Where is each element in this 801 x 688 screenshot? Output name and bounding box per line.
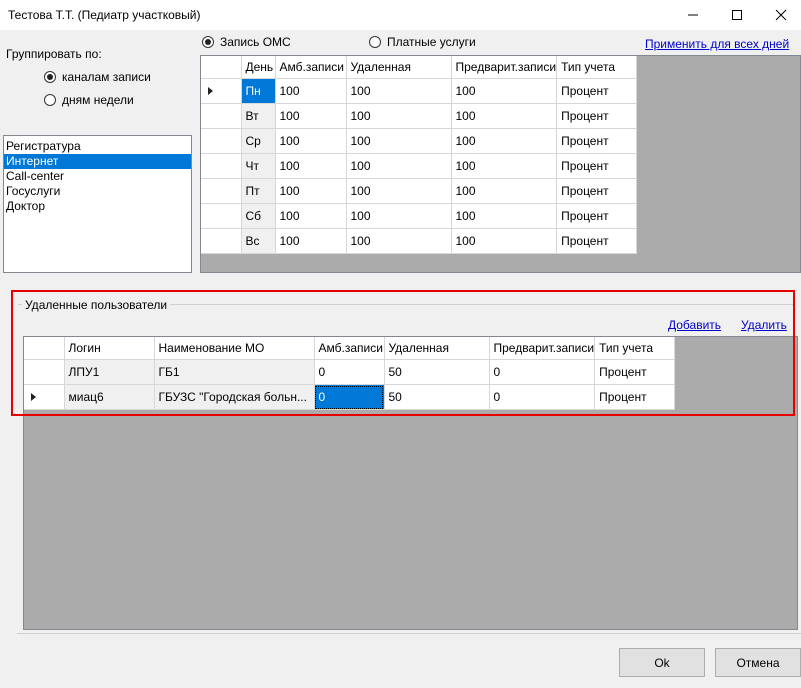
table-cell[interactable]: Ср xyxy=(241,128,276,154)
table-cell[interactable]: Чт xyxy=(241,153,276,179)
table-cell[interactable]: Процент xyxy=(556,228,638,254)
table-cell[interactable]: 100 xyxy=(275,78,347,104)
panel-divider xyxy=(17,633,801,634)
column-header[interactable]: Амб.записи xyxy=(275,56,347,79)
column-header[interactable]: Удаленная xyxy=(346,56,452,79)
table-cell[interactable]: 100 xyxy=(451,103,558,129)
list-item[interactable]: Call-center xyxy=(4,169,191,184)
radio-label: дням недели xyxy=(62,93,134,107)
table-cell[interactable]: Процент xyxy=(556,178,638,204)
table-row[interactable]: Вт 100 100 100 Процент xyxy=(201,103,638,129)
table-cell[interactable]: 100 xyxy=(346,128,452,154)
table-cell[interactable]: 100 xyxy=(451,203,558,229)
column-header[interactable]: Предварит.записи xyxy=(451,56,558,79)
table-row[interactable]: Сб 100 100 100 Процент xyxy=(201,203,638,229)
column-header[interactable]: День xyxy=(241,56,276,79)
apply-all-days-link[interactable]: Применить для всех дней xyxy=(645,37,789,51)
table-cell[interactable]: Процент xyxy=(556,153,638,179)
table-cell[interactable]: Процент xyxy=(556,128,638,154)
row-header[interactable] xyxy=(201,103,242,129)
radio-group-by-weekdays[interactable]: дням недели xyxy=(44,93,134,107)
maximize-icon[interactable] xyxy=(720,0,754,30)
table-cell[interactable]: 100 xyxy=(346,203,452,229)
schedule-grid[interactable]: День Амб.записи Удаленная Предварит.запи… xyxy=(200,55,801,273)
table-cell[interactable]: 100 xyxy=(275,103,347,129)
radio-label: Запись ОМС xyxy=(220,35,291,49)
group-by-label: Группировать по: xyxy=(6,47,102,61)
table-cell[interactable]: 100 xyxy=(275,128,347,154)
row-header[interactable] xyxy=(201,203,242,229)
table-cell[interactable]: 100 xyxy=(451,78,558,104)
table-cell[interactable]: 100 xyxy=(451,153,558,179)
row-header[interactable] xyxy=(201,128,242,154)
row-header[interactable] xyxy=(201,153,242,179)
radio-button-icon[interactable] xyxy=(44,94,56,106)
channel-list[interactable]: Регистратура Интернет Call-center Госусл… xyxy=(3,135,192,273)
highlight-frame xyxy=(11,290,795,416)
table-row[interactable]: Вс 100 100 100 Процент xyxy=(201,228,638,254)
row-header-corner xyxy=(201,56,242,79)
table-cell[interactable]: 100 xyxy=(275,153,347,179)
list-item-selected[interactable]: Интернет xyxy=(4,154,191,169)
table-cell[interactable]: 100 xyxy=(275,178,347,204)
schedule-table: День Амб.записи Удаленная Предварит.запи… xyxy=(201,56,638,254)
current-row-arrow-icon[interactable] xyxy=(201,78,242,104)
table-cell[interactable]: Пт xyxy=(241,178,276,204)
radio-label: Платные услуги xyxy=(387,35,476,49)
table-cell[interactable]: Вс xyxy=(241,228,276,254)
table-row[interactable]: Пт 100 100 100 Процент xyxy=(201,178,638,204)
table-header-row: День Амб.записи Удаленная Предварит.запи… xyxy=(201,56,638,79)
row-header[interactable] xyxy=(201,178,242,204)
table-cell[interactable]: Вт xyxy=(241,103,276,129)
cancel-button[interactable]: Отмена xyxy=(715,648,801,677)
table-row[interactable]: Чт 100 100 100 Процент xyxy=(201,153,638,179)
table-cell[interactable]: 100 xyxy=(451,178,558,204)
radio-group-by-channels[interactable]: каналам записи xyxy=(44,70,151,84)
table-cell[interactable]: 100 xyxy=(346,228,452,254)
table-cell[interactable]: 100 xyxy=(451,228,558,254)
ok-button[interactable]: Ok xyxy=(619,648,705,677)
table-cell[interactable]: 100 xyxy=(346,103,452,129)
table-cell[interactable]: 100 xyxy=(346,178,452,204)
table-cell[interactable]: Процент xyxy=(556,203,638,229)
table-cell[interactable]: Процент xyxy=(556,103,638,129)
radio-button-icon[interactable] xyxy=(369,36,381,48)
table-cell[interactable]: Процент xyxy=(556,78,638,104)
radio-button-icon[interactable] xyxy=(202,36,214,48)
radio-oms[interactable]: Запись ОМС xyxy=(202,35,291,49)
table-cell[interactable]: 100 xyxy=(275,203,347,229)
list-item[interactable]: Регистратура xyxy=(4,139,191,154)
row-header[interactable] xyxy=(201,228,242,254)
radio-label: каналам записи xyxy=(62,70,151,84)
table-cell[interactable]: 100 xyxy=(346,153,452,179)
window-title: Тестова Т.Т. (Педиатр участковый) xyxy=(8,8,201,22)
table-cell[interactable]: Пн xyxy=(241,78,276,104)
table-cell[interactable]: 100 xyxy=(346,78,452,104)
radio-paid[interactable]: Платные услуги xyxy=(369,35,476,49)
column-header[interactable]: Тип учета xyxy=(556,56,638,79)
radio-button-icon[interactable] xyxy=(44,71,56,83)
table-row[interactable]: Пн 100 100 100 Процент xyxy=(201,78,638,104)
table-cell[interactable]: 100 xyxy=(275,228,347,254)
list-item[interactable]: Доктор xyxy=(4,199,191,214)
minimize-icon[interactable] xyxy=(676,0,710,30)
close-icon[interactable] xyxy=(764,0,798,30)
table-cell[interactable]: 100 xyxy=(451,128,558,154)
table-row[interactable]: Ср 100 100 100 Процент xyxy=(201,128,638,154)
list-item[interactable]: Госуслуги xyxy=(4,184,191,199)
table-cell[interactable]: Сб xyxy=(241,203,276,229)
